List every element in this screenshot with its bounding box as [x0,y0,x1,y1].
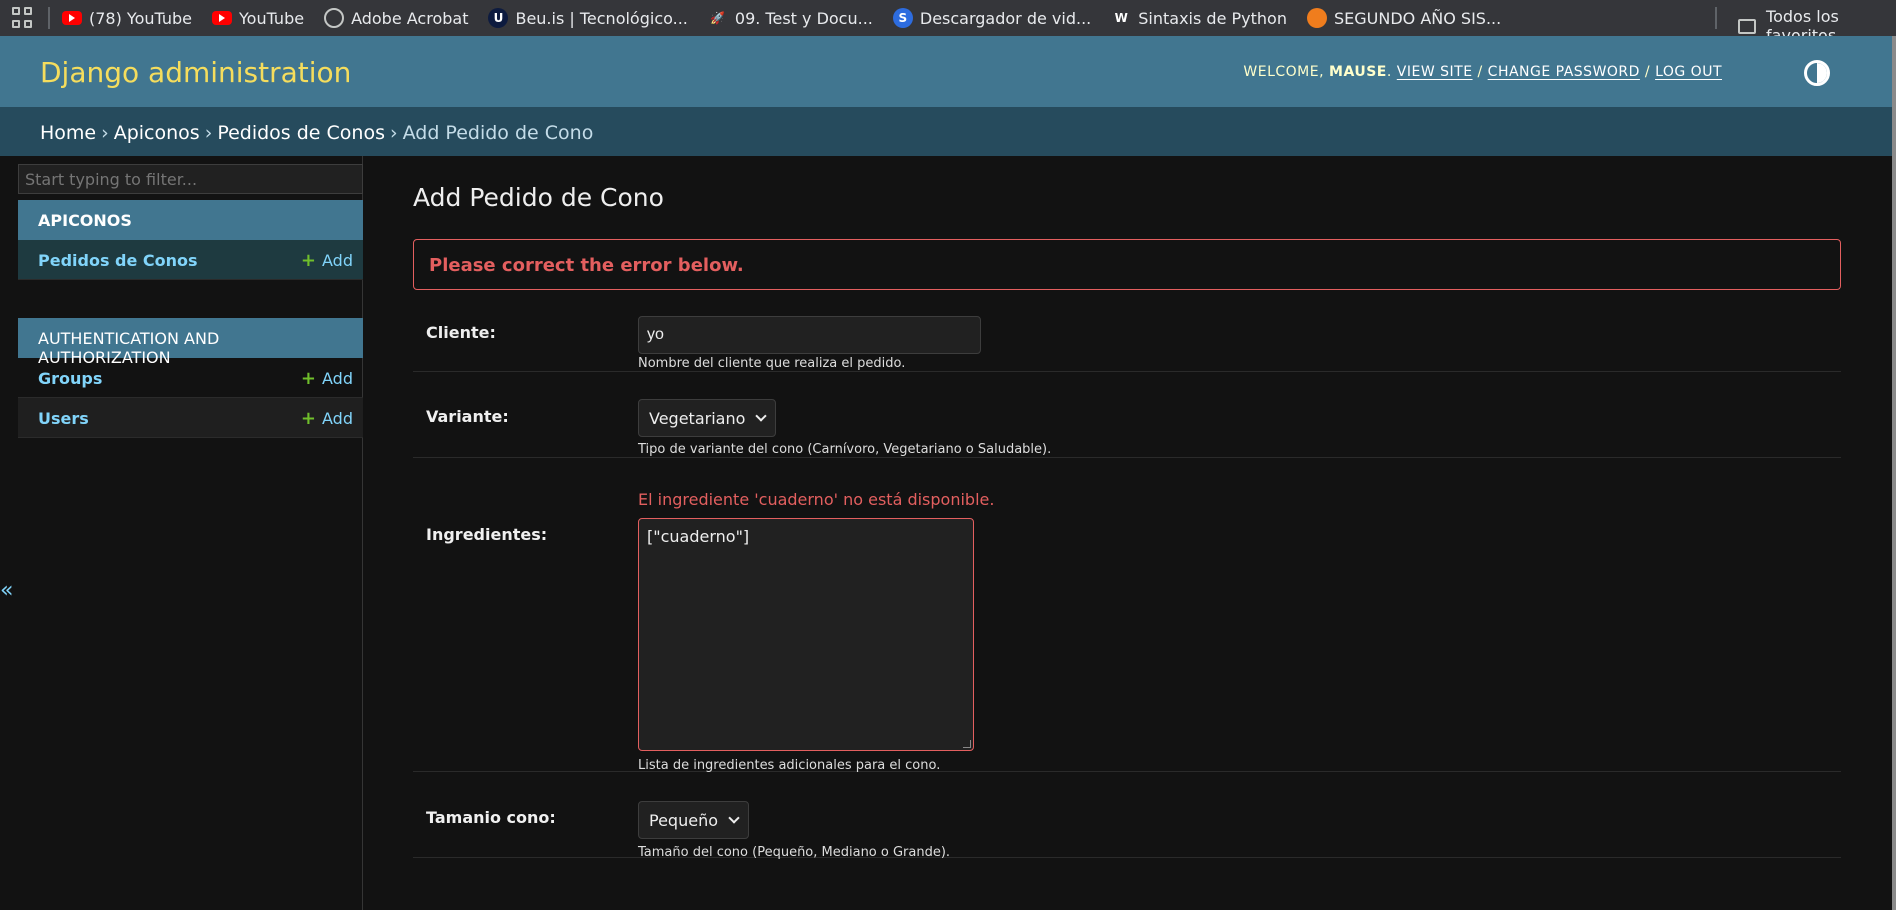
cliente-input[interactable] [638,316,981,354]
folder-icon [1738,18,1757,34]
breadcrumb-current: Add Pedido de Cono [402,122,594,144]
rocket-icon: 🚀 [710,11,726,25]
breadcrumb-separator: › [390,122,398,144]
bookmark-label: Descargador de vid... [919,8,1092,28]
variante-select[interactable]: Vegetariano [638,399,777,437]
ingredientes-error: El ingrediente 'cuaderno' no está dispon… [638,490,995,509]
bookmark-sintaxis-python[interactable]: W Sintaxis de Python [1111,8,1287,28]
ingredientes-help: Lista de ingredientes adicionales para e… [638,758,941,773]
user-tools: WELCOME, MAUSE. VIEW SITE / CHANGE PASSW… [1243,64,1722,80]
ingredientes-textarea[interactable]: ["cuaderno"] [638,518,974,751]
log-out-link[interactable]: LOG OUT [1655,64,1722,80]
resize-grip-icon[interactable] [963,740,971,748]
bookmarks-separator [1715,7,1717,29]
tools-separator: / [1477,64,1483,80]
sidebar-item-pedidos-de-conos[interactable]: Pedidos de Conos + Add [18,240,363,280]
app-caption-apiconos[interactable]: APICONOS [18,200,363,240]
variante-selected: Vegetariano [649,408,746,428]
youtube-icon [212,11,232,25]
field-row-variante [413,372,1841,458]
app-caption-auth[interactable]: AUTHENTICATION AND AUTHORIZATION [18,318,363,367]
welcome-text: WELCOME, [1243,64,1325,80]
bookmark-youtube[interactable]: YouTube [212,9,304,28]
field-row-ingredientes [413,458,1841,772]
page-scrollbar[interactable] [1892,36,1896,910]
sidebar-item-groups[interactable]: Groups + Add [18,358,363,398]
add-label: Add [322,369,353,388]
bookmark-youtube-78[interactable]: (78) YouTube [62,9,192,28]
variante-field-label: Variante: [426,407,509,426]
sidebar-item-label[interactable]: Pedidos de Conos [38,251,198,270]
nav-sidebar: APICONOS Pedidos de Conos + Add AUTHENTIC… [18,156,363,910]
bookmark-label: 09. Test y Docu... [734,8,873,28]
ingredientes-value: ["cuaderno"] [647,527,750,546]
tamanio-select[interactable]: Pequeño [638,801,749,839]
bookmark-beu[interactable]: U Beu.is | Tecnológico... [488,8,688,28]
add-label: Add [322,251,353,270]
bookmark-segundo-anio[interactable]: SEGUNDO AÑO SIS... [1306,8,1502,28]
toggle-nav-sidebar-button[interactable]: « [0,578,13,603]
sidebar-item-users[interactable]: Users + Add [18,398,363,438]
chevron-down-icon [728,812,740,824]
breadcrumb-separator: › [204,122,213,144]
bookmark-test-docu[interactable]: 🚀 09. Test y Docu... [708,8,873,28]
tamanio-selected: Pequeño [649,810,718,830]
sidebar-item-label[interactable]: Groups [38,369,102,388]
admin-header: Django administration WELCOME, MAUSE. VI… [0,36,1892,107]
username: MAUSE [1329,64,1387,80]
change-password-link[interactable]: CHANGE PASSWORD [1488,64,1640,80]
w-icon: W [1114,11,1128,25]
add-label: Add [322,409,353,428]
error-note: Please correct the error below. [413,239,1841,290]
s-icon: S [892,8,913,28]
youtube-icon [62,11,82,25]
cliente-field-label: Cliente: [426,323,496,342]
breadcrumb-app[interactable]: Apiconos [114,122,200,144]
breadcrumb-model[interactable]: Pedidos de Conos [217,122,385,144]
ingredientes-field-label: Ingredientes: [426,525,548,544]
cliente-help: Nombre del cliente que realiza el pedido… [638,356,906,371]
add-users-button[interactable]: + Add [301,408,353,429]
beu-icon: U [488,8,509,28]
bookmark-label: Beu.is | Tecnológico... [515,8,688,28]
tools-separator: / [1644,64,1651,80]
nav-filter-input[interactable] [18,164,363,194]
bookmark-descargador[interactable]: S Descargador de vid... [892,8,1092,28]
page-title: Add Pedido de Cono [413,183,664,212]
view-site-link[interactable]: VIEW SITE [1397,64,1473,80]
field-row-tamanio [413,772,1841,858]
site-branding[interactable]: Django administration [40,56,351,89]
sidebar-item-label[interactable]: Users [38,409,89,428]
bookmarks-bar: (78) YouTube YouTube Adobe Acrobat U Beu.… [0,0,1896,45]
breadcrumb-home[interactable]: Home [40,122,96,144]
bookmark-label: YouTube [239,8,305,28]
bookmark-label: Sintaxis de Python [1138,8,1287,28]
bookmarks-separator [48,7,50,29]
apps-grid-icon[interactable] [12,7,34,29]
breadcrumb: Home › Apiconos › Pedidos de Conos › Add Pedid… [0,107,1892,156]
segundo-icon [1306,8,1327,28]
add-groups-button[interactable]: + Add [301,368,353,389]
add-pedidos-button[interactable]: + Add [301,250,353,271]
chevron-down-icon [755,410,768,422]
bookmark-adobe-acrobat[interactable]: Adobe Acrobat [324,8,468,28]
theme-toggle-icon[interactable] [1804,60,1830,86]
plus-icon: + [300,408,317,429]
bookmark-label: (78) YouTube [89,8,192,28]
globe-icon [324,8,345,28]
tamanio-help: Tamaño del cono (Pequeño, Mediano o Gran… [638,845,951,860]
tamanio-field-label: Tamanio cono: [426,808,556,827]
plus-icon: + [300,250,317,271]
bookmark-label: SEGUNDO AÑO SIS... [1333,8,1502,28]
bookmark-label: Adobe Acrobat [351,8,469,28]
plus-icon: + [300,368,317,389]
field-row-cliente [413,290,1841,372]
breadcrumb-separator: › [101,122,109,144]
variante-help: Tipo de variante del cono (Carnívoro, Ve… [638,442,1052,457]
